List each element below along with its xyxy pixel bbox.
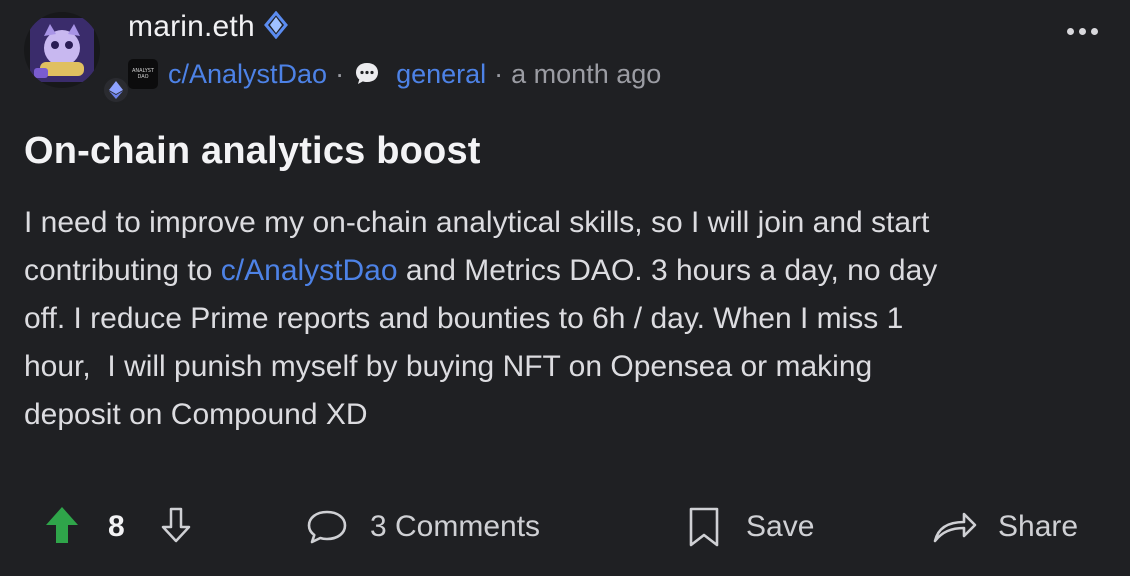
post-title: On-chain analytics boost	[24, 130, 481, 172]
comments-label: 3 Comments	[370, 510, 541, 543]
action-bar: 8 3 Comments Save Share	[0, 500, 1130, 554]
share-button[interactable]: Share	[932, 500, 1078, 554]
post-time: a month ago	[511, 58, 662, 89]
post-body: I need to improve my on-chain analytical…	[24, 206, 938, 431]
body-community-link[interactable]: c/AnalystDao	[221, 254, 398, 287]
post-card: marin.eth ANALYST DAO c/AnalystDao · gen…	[0, 0, 1130, 576]
separator: ·	[335, 58, 345, 89]
downvote-button[interactable]	[160, 500, 192, 554]
save-label: Save	[746, 510, 815, 543]
avatar[interactable]	[24, 12, 130, 104]
comment-icon	[306, 509, 348, 545]
downvote-icon	[160, 506, 192, 549]
author-row: marin.eth	[128, 10, 289, 44]
chat-bubble-icon	[354, 61, 380, 87]
save-button[interactable]: Save	[688, 500, 814, 554]
vote-count: 8	[108, 510, 125, 543]
more-options-icon[interactable]	[1067, 28, 1098, 35]
separator: ·	[494, 58, 504, 89]
bookmark-icon	[688, 506, 720, 548]
comments-button[interactable]: 3 Comments	[306, 500, 540, 554]
username[interactable]: marin.eth	[128, 10, 255, 44]
vote-count-wrap: 8	[108, 500, 125, 554]
share-arrow-icon	[932, 510, 978, 544]
ethereum-icon	[102, 76, 130, 104]
ens-diamond-icon	[263, 10, 289, 44]
upvote-button[interactable]	[44, 500, 80, 554]
avatar-image	[24, 12, 100, 88]
upvote-icon	[44, 505, 80, 550]
post-meta: ANALYST DAO c/AnalystDao · general · a m…	[128, 57, 661, 91]
community-link[interactable]: c/AnalystDao	[168, 59, 327, 90]
channel-link[interactable]: general	[396, 59, 486, 90]
community-logo[interactable]: ANALYST DAO	[128, 59, 158, 89]
share-label: Share	[998, 510, 1079, 543]
